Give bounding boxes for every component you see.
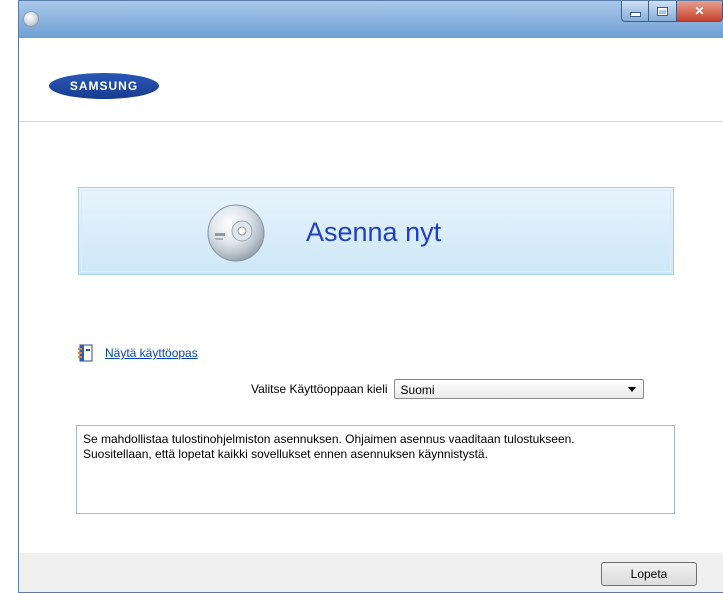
quit-button[interactable]: Lopeta <box>601 562 697 586</box>
main-content: Asenna nyt Näytä käyttöopas Valitse Käyt… <box>19 122 723 554</box>
samsung-logo: SAMSUNG <box>49 73 159 99</box>
description-box: Se mahdollistaa tulostinohjelmiston asen… <box>76 425 675 514</box>
logo-text: SAMSUNG <box>69 79 139 93</box>
quit-button-label: Lopeta <box>630 567 668 581</box>
caption-buttons: ✕ <box>621 1 723 22</box>
title-bar[interactable]: ✕ <box>19 1 723 38</box>
minimize-button[interactable] <box>621 1 649 22</box>
install-now-label: Asenna nyt <box>306 217 442 247</box>
language-label: Valitse Käyttöoppaan kieli <box>251 382 388 396</box>
header: SAMSUNG <box>19 38 723 122</box>
cd-app-icon <box>23 11 39 27</box>
installer-window: ✕ SAMSUNG Asenna nyt Näytä käyttöopas Va… <box>18 0 723 593</box>
view-user-guide-link[interactable]: Näytä käyttöopas <box>105 346 198 360</box>
maximize-icon <box>657 6 668 16</box>
description-line-2: Suositellaan, että lopetat kaikki sovell… <box>83 447 488 461</box>
description-line-1: Se mahdollistaa tulostinohjelmiston asen… <box>83 432 575 446</box>
close-button[interactable]: ✕ <box>677 1 723 22</box>
minimize-icon <box>629 11 641 17</box>
language-selected-value: Suomi <box>400 383 435 397</box>
chevron-down-icon <box>627 387 636 392</box>
install-now-button[interactable]: Asenna nyt <box>78 187 674 275</box>
maximize-button[interactable] <box>649 1 677 22</box>
book-icon <box>78 344 93 362</box>
guide-link-row: Näytä käyttöopas <box>77 343 198 363</box>
language-select[interactable]: Suomi <box>393 379 644 399</box>
close-icon: ✕ <box>694 4 705 18</box>
language-row: Valitse Käyttöoppaan kieli Suomi <box>251 378 644 400</box>
footer: Lopeta <box>19 553 723 592</box>
cd-disc-icon <box>207 204 265 262</box>
